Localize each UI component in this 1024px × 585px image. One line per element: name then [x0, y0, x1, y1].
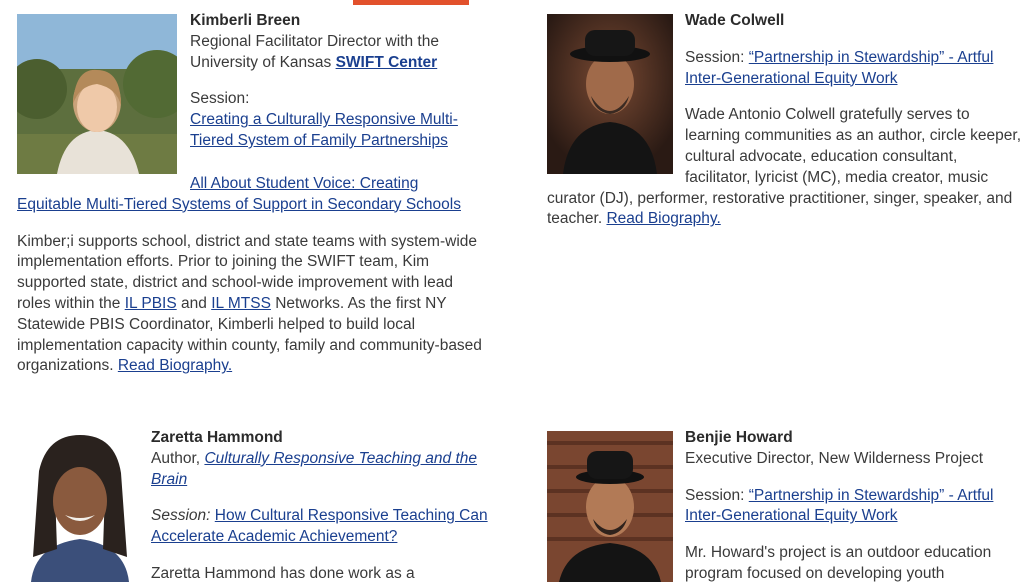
il-mtss-link[interactable]: IL MTSS [211, 295, 271, 312]
session-link-family-partnerships[interactable]: Creating a Culturally Responsive Multi-T… [190, 111, 458, 149]
speaker-card-wade-colwell: Wade Colwell Session: “Partnership in St… [547, 12, 1022, 230]
session-label: Session: [151, 507, 211, 525]
speaker-photo [17, 431, 143, 582]
speaker-photo [547, 431, 673, 582]
active-tab-indicator [353, 0, 469, 5]
swift-center-link[interactable]: SWIFT Center [336, 54, 438, 71]
session-label: Session: [685, 486, 745, 504]
read-biography-link[interactable]: Read Biography. [118, 357, 232, 374]
speaker-photo [547, 14, 673, 174]
session-label: Session: [685, 48, 745, 66]
speaker-title: Regional Facilitator Director with the U… [190, 32, 439, 71]
book-link[interactable]: Culturally Responsive Teaching and the B… [151, 450, 477, 488]
session-label: Session: [190, 90, 250, 108]
speaker-name: Kimberli Breen [190, 12, 301, 29]
speaker-card-benjie-howard: Benjie Howard Executive Director, New Wi… [547, 429, 1022, 585]
read-biography-link[interactable]: Read Biography. [606, 210, 720, 227]
speaker-bio: Kimber;i supports school, district and s… [17, 232, 482, 375]
speaker-card-kimberli-breen: Kimberli Breen Regional Facilitator Dire… [17, 12, 487, 377]
il-pbis-link[interactable]: IL PBIS [125, 295, 177, 312]
session-link-student-voice[interactable]: All About Student Voice: Creating Equita… [17, 175, 461, 213]
speaker-photo [17, 14, 177, 174]
speaker-card-zaretta-hammond: Zaretta Hammond Author, Culturally Respo… [17, 429, 497, 585]
